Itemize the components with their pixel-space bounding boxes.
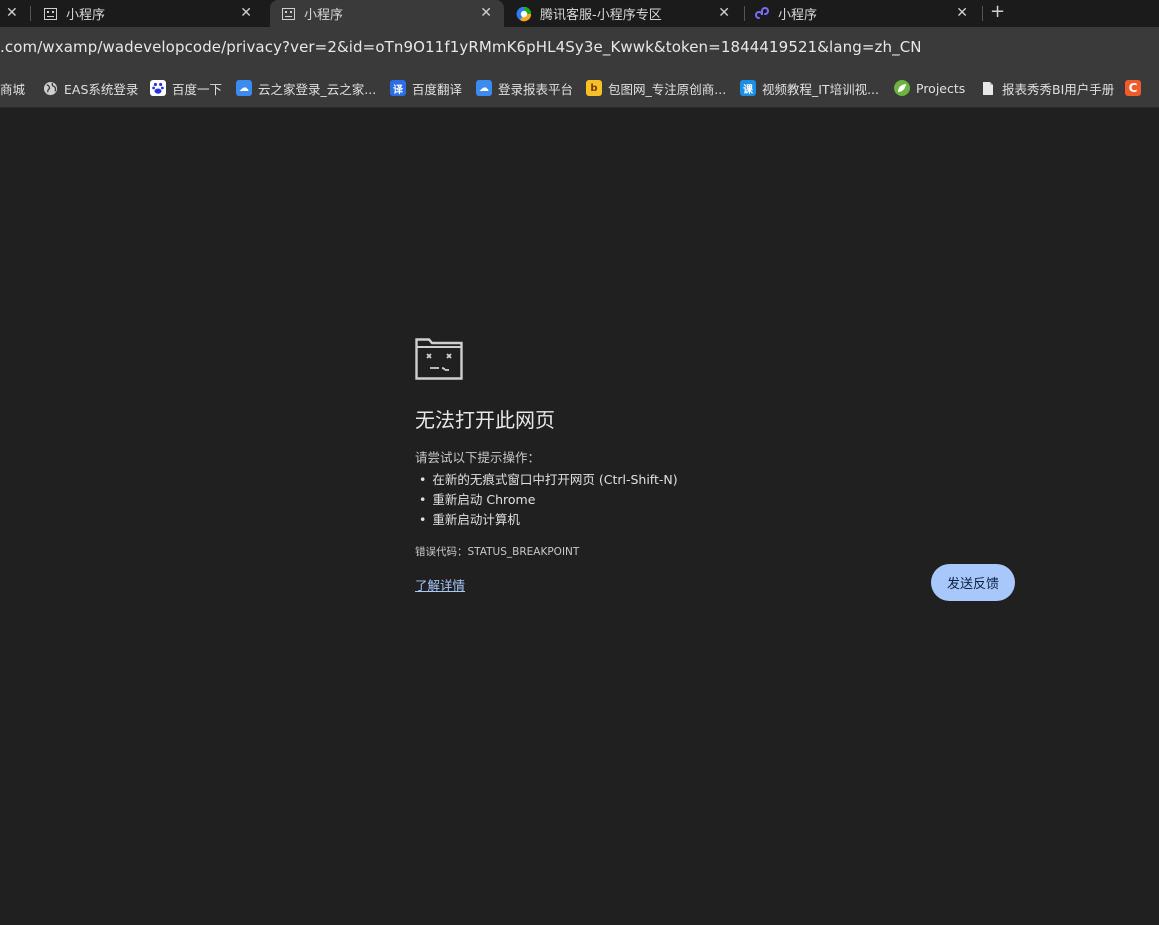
tab-miniprogram-1[interactable]: 小程序 ✕ xyxy=(42,0,268,27)
document-icon xyxy=(980,80,996,96)
tab-title: 小程序 xyxy=(304,8,344,23)
close-icon[interactable]: ✕ xyxy=(956,5,968,21)
tab-title: 小程序 xyxy=(778,8,818,23)
bookmark-label: Projects xyxy=(916,80,966,96)
cloud-icon: ☁ xyxy=(236,80,252,96)
toolbar: .com/wxamp/wadevelopcode/privacy?ver=2&i… xyxy=(0,27,1159,69)
bookmark-label: EAS系统登录 xyxy=(64,81,139,97)
close-icon[interactable]: ✕ xyxy=(240,5,252,21)
bookmark-projects[interactable]: Projects xyxy=(894,79,965,97)
bookmark-bi-manual[interactable]: 报表秀秀BI用户手册 xyxy=(980,79,1114,97)
tab-separator xyxy=(982,6,983,21)
baidu-icon xyxy=(150,80,166,96)
new-tab-button[interactable]: + xyxy=(990,1,1005,22)
globe-icon xyxy=(42,80,58,96)
close-icon[interactable]: ✕ xyxy=(6,5,18,21)
course-icon: 课 xyxy=(740,80,756,96)
c-icon: C xyxy=(1125,80,1141,96)
bookmark-report-login[interactable]: ☁ 登录报表平台 xyxy=(476,79,573,97)
tencent-icon xyxy=(516,6,532,22)
close-icon[interactable]: ✕ xyxy=(718,5,730,21)
bookmark-c[interactable]: C xyxy=(1125,79,1147,97)
bookmark-eas-login[interactable]: EAS系统登录 xyxy=(42,79,138,97)
error-hint: 请尝试以下提示操作： xyxy=(415,450,541,465)
cloud-icon: ☁ xyxy=(476,80,492,96)
bookmark-label: 报表秀秀BI用户手册 xyxy=(1002,81,1115,97)
bookmark-label: 百度一下 xyxy=(172,81,223,97)
bookmark-store[interactable]: 商城 xyxy=(0,79,25,97)
suggestion-list: 在新的无痕式窗口中打开网页 (Ctrl-Shift-N) 重新启动 Chrome… xyxy=(415,470,1015,530)
bookmark-label: 百度翻译 xyxy=(412,81,463,97)
tab-title: 小程序 xyxy=(66,8,106,23)
list-item: 重新启动 Chrome xyxy=(415,490,1015,510)
tab-separator xyxy=(744,6,745,21)
tab-separator xyxy=(30,6,31,21)
baotu-icon: b xyxy=(586,80,602,96)
bookmark-baotu[interactable]: b 包图网_专注原创商... xyxy=(586,79,726,97)
bookmarks-bar: 商城 EAS系统登录 百度一下 ☁ 云之家登录_云之家... 译 百度翻译 ☁ … xyxy=(0,69,1159,108)
tab-tencent-service[interactable]: 腾讯客服-小程序专区 ✕ xyxy=(516,0,742,27)
bookmark-label: 视频教程_IT培训视... xyxy=(762,81,879,97)
list-item: 在新的无痕式窗口中打开网页 (Ctrl-Shift-N) xyxy=(415,470,1015,490)
error-page: 无法打开此网页 请尝试以下提示操作： 在新的无痕式窗口中打开网页 (Ctrl-S… xyxy=(415,338,1015,601)
tab-miniprogram-2[interactable]: 小程序 ✕ xyxy=(754,0,980,27)
bookmark-baidu[interactable]: 百度一下 xyxy=(150,79,222,97)
error-code: 错误代码：STATUS_BREAKPOINT xyxy=(415,546,580,558)
sad-folder-icon xyxy=(415,338,463,380)
learn-more-link[interactable]: 了解详情 xyxy=(415,575,465,594)
miniprogram-icon xyxy=(754,6,770,22)
close-icon[interactable]: ✕ xyxy=(480,5,492,21)
bookmark-label: 商城 xyxy=(0,81,26,97)
bookmark-label: 包图网_专注原创商... xyxy=(608,81,727,97)
send-feedback-button[interactable]: 发送反馈 xyxy=(931,564,1015,601)
broken-page-icon xyxy=(42,6,58,22)
tab-strip: ✕ 小程序 ✕ 小程序 ✕ 腾讯客服-小程序专区 ✕ 小程序 ✕ + xyxy=(0,0,1159,27)
bookmark-baidu-translate[interactable]: 译 百度翻译 xyxy=(390,79,462,97)
bookmark-video-course[interactable]: 课 视频教程_IT培训视... xyxy=(740,79,879,97)
bookmark-label: 登录报表平台 xyxy=(498,81,574,97)
broken-page-icon xyxy=(280,6,296,22)
tab-title: 腾讯客服-小程序专区 xyxy=(540,8,662,23)
address-bar[interactable]: .com/wxamp/wadevelopcode/privacy?ver=2&i… xyxy=(0,38,922,56)
translate-icon: 译 xyxy=(390,80,406,96)
bookmark-label: 云之家登录_云之家... xyxy=(258,81,377,97)
error-title: 无法打开此网页 xyxy=(415,408,555,432)
tab-miniprogram-active[interactable]: 小程序 ✕ xyxy=(270,0,504,27)
list-item: 重新启动计算机 xyxy=(415,510,1015,530)
bookmark-yunzhijia[interactable]: ☁ 云之家登录_云之家... xyxy=(236,79,376,97)
spring-icon xyxy=(894,80,910,96)
